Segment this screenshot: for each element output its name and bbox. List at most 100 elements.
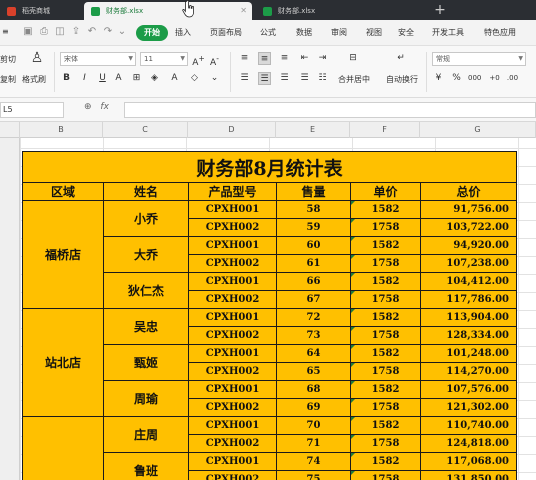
menu-insert[interactable]: 插入 (175, 27, 191, 38)
grow-font-icon[interactable]: A+ (192, 52, 205, 68)
menu-security[interactable]: 安全 (398, 27, 414, 38)
formula-input[interactable] (124, 102, 536, 118)
model-cell[interactable]: CPXH002 (188, 326, 277, 345)
unit-price-cell[interactable]: 1758 (350, 290, 421, 309)
region-cell[interactable]: 福桥店 (22, 200, 104, 309)
name-cell[interactable]: 周瑜 (103, 380, 189, 417)
model-cell[interactable]: CPXH001 (188, 272, 277, 291)
total-cell[interactable]: 103,722.00 (420, 218, 517, 237)
font-size-select[interactable]: 11 ▼ (140, 52, 188, 66)
undo-icon[interactable]: ↶ (86, 26, 98, 38)
quantity-cell[interactable]: 58 (276, 200, 351, 219)
model-cell[interactable]: CPXH001 (188, 452, 277, 471)
unit-price-cell[interactable]: 1758 (350, 254, 421, 273)
model-cell[interactable]: CPXH001 (188, 416, 277, 435)
wrap-text-button[interactable]: 自动换行 (386, 74, 418, 85)
total-cell[interactable]: 110,740.00 (420, 416, 517, 435)
header-model[interactable]: 产品型号 (188, 182, 277, 201)
total-cell[interactable]: 94,920.00 (420, 236, 517, 255)
table-title[interactable]: 财务部8月统计表 (22, 151, 517, 183)
zoom-icon[interactable]: ⊕ (84, 102, 92, 112)
menu-home[interactable]: 开始 (136, 25, 168, 41)
align-left-icon[interactable]: ☰ (238, 72, 251, 85)
menu-developer[interactable]: 开发工具 (432, 27, 464, 38)
menu-file-icon[interactable]: ≡ (2, 27, 9, 36)
quantity-cell[interactable]: 64 (276, 344, 351, 363)
save-icon[interactable]: ▣ (22, 26, 34, 38)
quantity-cell[interactable]: 65 (276, 362, 351, 381)
region-cell[interactable]: 站北店 (22, 308, 104, 417)
underline-icon[interactable]: U (96, 72, 109, 85)
percent-icon[interactable]: % (450, 72, 463, 85)
name-cell[interactable]: 庄周 (103, 416, 189, 453)
align-right-icon[interactable]: ☰ (278, 72, 291, 85)
column-header-g[interactable]: G (420, 122, 536, 138)
fill-color-icon[interactable]: ◈ (148, 72, 161, 85)
quantity-cell[interactable]: 66 (276, 272, 351, 291)
model-cell[interactable]: CPXH002 (188, 398, 277, 417)
quantity-cell[interactable]: 70 (276, 416, 351, 435)
preview-icon[interactable]: ◫ (54, 26, 66, 38)
total-cell[interactable]: 114,270.00 (420, 362, 517, 381)
total-cell[interactable]: 124,818.00 (420, 434, 517, 453)
name-cell[interactable]: 甄姬 (103, 344, 189, 381)
quantity-cell[interactable]: 74 (276, 452, 351, 471)
font-color-icon[interactable]: A (168, 72, 181, 85)
model-cell[interactable]: CPXH002 (188, 254, 277, 273)
format-painter-icon[interactable]: ♙ (28, 51, 46, 70)
decrease-decimal-icon[interactable]: .00 (506, 72, 519, 85)
shrink-font-icon[interactable]: A- (208, 52, 221, 68)
total-cell[interactable]: 101,248.00 (420, 344, 517, 363)
indent-increase-icon[interactable]: ⇥ (316, 52, 329, 65)
region-cell[interactable] (22, 416, 104, 480)
total-cell[interactable]: 117,068.00 (420, 452, 517, 471)
print-icon[interactable]: ⎙ (38, 26, 50, 38)
total-cell[interactable]: 104,412.00 (420, 272, 517, 291)
merge-center-icon[interactable]: ⊟ (344, 52, 362, 70)
indent-decrease-icon[interactable]: ⇤ (298, 52, 311, 65)
new-tab-button[interactable]: + (430, 0, 450, 20)
unit-price-cell[interactable]: 1582 (350, 380, 421, 399)
quantity-cell[interactable]: 61 (276, 254, 351, 273)
menu-special[interactable]: 特色应用 (484, 27, 516, 38)
model-cell[interactable]: CPXH002 (188, 218, 277, 237)
column-header-b[interactable]: B (20, 122, 103, 138)
menu-data[interactable]: 数据 (296, 27, 312, 38)
model-cell[interactable]: CPXH001 (188, 308, 277, 327)
model-cell[interactable]: CPXH002 (188, 290, 277, 309)
total-cell[interactable]: 117,786.00 (420, 290, 517, 309)
model-cell[interactable]: CPXH001 (188, 380, 277, 399)
unit-price-cell[interactable]: 1582 (350, 200, 421, 219)
wrap-text-icon[interactable]: ↵ (392, 52, 410, 70)
currency-icon[interactable]: ¥ (432, 72, 445, 85)
borders-icon[interactable]: ⊞ (130, 72, 143, 85)
quantity-cell[interactable]: 72 (276, 308, 351, 327)
unit-price-cell[interactable]: 1582 (350, 452, 421, 471)
quantity-cell[interactable]: 75 (276, 470, 351, 480)
menu-review[interactable]: 审阅 (331, 27, 347, 38)
quantity-cell[interactable]: 59 (276, 218, 351, 237)
unit-price-cell[interactable]: 1758 (350, 218, 421, 237)
strikethrough-icon[interactable]: A (112, 72, 125, 85)
total-cell[interactable]: 107,576.00 (420, 380, 517, 399)
total-cell[interactable]: 121,302.00 (420, 398, 517, 417)
clear-format-icon[interactable]: ◇ (188, 72, 201, 85)
quantity-cell[interactable]: 67 (276, 290, 351, 309)
total-cell[interactable]: 128,334.00 (420, 326, 517, 345)
distribute-icon[interactable]: ☷ (316, 72, 329, 85)
menu-view[interactable]: 视图 (366, 27, 382, 38)
unit-price-cell[interactable]: 1758 (350, 362, 421, 381)
model-cell[interactable]: CPXH001 (188, 344, 277, 363)
unit-price-cell[interactable]: 1582 (350, 272, 421, 291)
close-icon[interactable]: ✕ (240, 2, 247, 20)
name-cell[interactable]: 小乔 (103, 200, 189, 237)
align-center-icon[interactable]: ☰ (258, 72, 271, 85)
name-box[interactable]: L5 (0, 102, 64, 118)
model-cell[interactable]: CPXH001 (188, 236, 277, 255)
header-unit-price[interactable]: 单价 (350, 182, 421, 201)
model-cell[interactable]: CPXH002 (188, 362, 277, 381)
chevron-down-icon[interactable]: ⌄ (116, 26, 128, 38)
quantity-cell[interactable]: 71 (276, 434, 351, 453)
unit-price-cell[interactable]: 1582 (350, 308, 421, 327)
cut-button[interactable]: 剪切 (0, 54, 16, 65)
